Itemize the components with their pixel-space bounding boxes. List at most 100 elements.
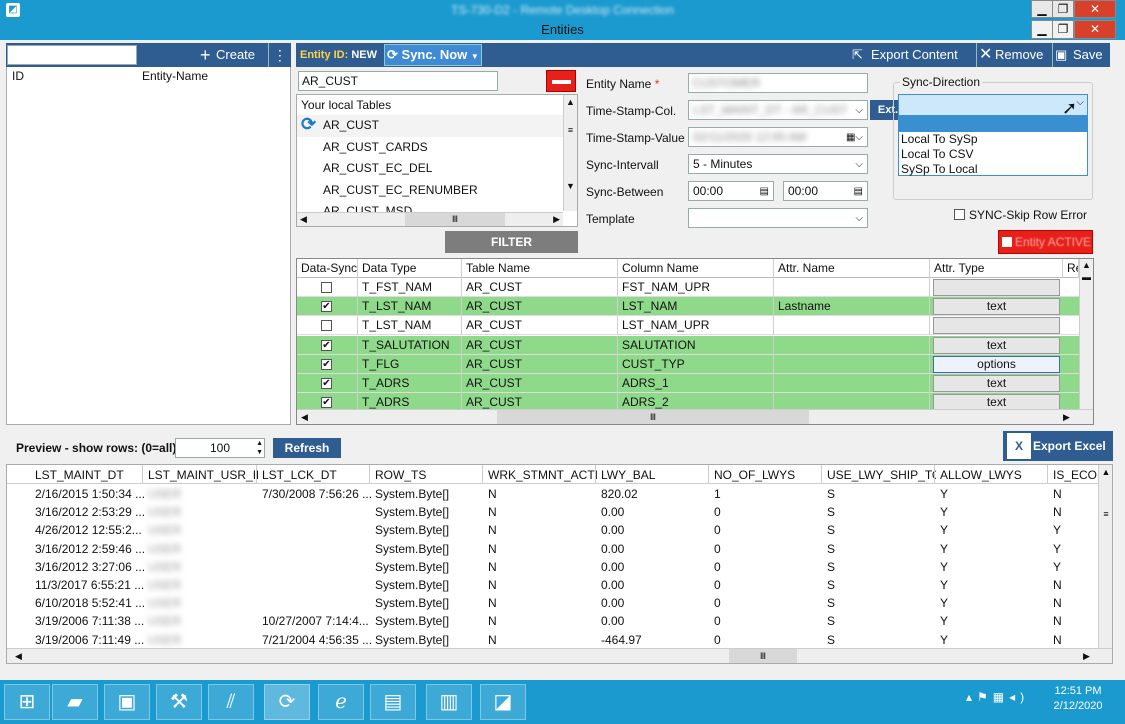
export-content-button[interactable]: Export Content — [871, 43, 958, 67]
preview-table[interactable]: LST_MAINT_DT LST_MAINT_USR_ID LST_LCK_DT RO… — [6, 464, 1113, 664]
preview-header[interactable]: ROW_TS — [375, 466, 484, 484]
remote-app-icon[interactable]: ▥ — [426, 684, 472, 720]
sync-direction-dropdown[interactable]: ⌵ — [898, 94, 1088, 116]
data-sync-checkbox[interactable]: ✔ — [321, 358, 332, 370]
attr-type-button[interactable] — [933, 317, 1060, 335]
restore-button[interactable]: ❐ — [1052, 20, 1074, 39]
grid-cell-table[interactable]: AR_CUST — [462, 297, 618, 317]
grid-cell-type[interactable]: T_SALUTATION — [358, 335, 462, 355]
refresh-button[interactable]: Refresh — [273, 438, 341, 458]
list-item[interactable]: AR_CUST_CARDS — [297, 137, 577, 159]
tables-horizontal-scrollbar[interactable]: ◀ Ⅲ ▶ — [297, 212, 563, 226]
remote-close-button[interactable]: ✕ — [1074, 0, 1116, 18]
sync-from-time[interactable]: 00:00 ▤ — [688, 181, 774, 201]
column-mapping-grid[interactable]: Data-Sync Data Type Table Name Column Na… — [296, 258, 1094, 425]
grid-cell-column[interactable]: CUST_TYP — [618, 354, 774, 374]
grid-cell-table[interactable]: AR_CUST — [462, 316, 618, 336]
preview-header[interactable]: LWY_BAL — [601, 466, 710, 484]
server-manager-icon[interactable]: ▤ — [370, 684, 416, 720]
list-item[interactable]: AR_CUST_EC_DEL — [297, 158, 577, 180]
skip-row-error-checkbox[interactable] — [954, 209, 965, 220]
timestamp-value-picker[interactable]: 02/11/2020 12:00 AM ▦⌵ — [688, 127, 868, 147]
grid-row[interactable]: T_FST_NAM AR_CUST FST_NAM_UPR — [297, 278, 1079, 297]
data-sync-checkbox[interactable]: ✔ — [321, 378, 332, 389]
entity-active-toggle[interactable]: Entity ACTIVE — [998, 230, 1093, 254]
store-icon[interactable]: ▣ — [104, 684, 150, 720]
grid-cell-attr[interactable] — [774, 354, 930, 374]
attr-type-button[interactable]: text — [933, 336, 1060, 354]
save-button[interactable]: Save — [1073, 43, 1103, 67]
grid-cell-attr[interactable]: Lastname — [774, 297, 930, 317]
export-excel-button[interactable]: X Export Excel — [1003, 431, 1113, 461]
grid-header[interactable]: Re — [1063, 259, 1079, 278]
start-icon[interactable]: ⊞ — [4, 684, 50, 720]
table-row[interactable]: 4/26/2012 12:55:2... USER System.Byte[] N 0.… — [7, 521, 1097, 540]
local-tables-list[interactable]: Your local Tables AR_CUST AR_CUST_CARDS … — [296, 94, 578, 227]
table-row[interactable]: 11/3/2017 6:55:21 ... USER System.Byte[] N 0… — [7, 576, 1097, 594]
create-button[interactable]: Create — [216, 43, 255, 67]
grid-cell-table[interactable]: AR_CUST — [462, 354, 618, 374]
notes-app-icon[interactable]: ◪ — [480, 684, 526, 720]
close-button[interactable]: ✕ — [1074, 20, 1116, 39]
table-name-input[interactable]: AR_CUST — [298, 71, 498, 91]
grid-cell-type[interactable]: T_ADRS — [358, 374, 462, 393]
preview-header[interactable]: NO_OF_LWYS — [714, 466, 823, 484]
minimize-button[interactable]: ▁ — [1031, 20, 1053, 39]
entity-list[interactable] — [6, 43, 291, 425]
grid-cell-attr[interactable] — [774, 316, 930, 336]
remote-minimize-button[interactable]: ▁ — [1031, 0, 1053, 18]
clock[interactable]: 12:51 PM 2/12/2020 — [1052, 684, 1104, 714]
grid-row[interactable]: ✔ T_FLG AR_CUST CUST_TYP options — [297, 354, 1079, 374]
grid-header[interactable]: Data Type — [358, 259, 462, 278]
remove-table-button[interactable] — [546, 70, 576, 92]
sync-direction-options[interactable]: Local To SySp Local To CSV SySp To Local — [898, 116, 1088, 176]
filter-button[interactable]: FILTER — [445, 231, 578, 253]
sync-now-button[interactable]: ⟳ Sync. Now ▼ — [384, 44, 482, 66]
grid-header[interactable]: Attr. Type — [930, 259, 1063, 278]
tray-icons[interactable]: ▴⚑▦◂) — [966, 690, 1029, 704]
grid-vertical-scrollbar[interactable]: ▲ ▬ — [1079, 259, 1093, 409]
sync-to-time[interactable]: 00:00 ▤ — [783, 181, 868, 201]
grid-cell-column[interactable]: SALUTATION — [618, 335, 774, 355]
grid-cell-attr[interactable] — [774, 278, 930, 297]
grid-header[interactable]: Column Name — [618, 259, 774, 278]
grid-header[interactable]: Data-Sync — [297, 259, 358, 278]
table-row[interactable]: 3/19/2006 7:11:38 ... USER 10/27/2007 7:14… — [7, 612, 1097, 631]
grid-cell-column[interactable]: LST_NAM — [618, 297, 774, 317]
grid-row[interactable]: ✔ T_LST_NAM AR_CUST LST_NAM Lastname text — [297, 297, 1079, 317]
column-entity-name-header[interactable]: Entity-Name — [142, 68, 208, 84]
refresh-table-icon[interactable]: ⟳ — [301, 114, 316, 134]
grid-header[interactable]: Attr. Name — [774, 259, 930, 278]
grid-horizontal-scrollbar[interactable]: ◀ Ⅲ ▶ — [297, 409, 1093, 424]
preview-vertical-scrollbar[interactable]: ▲ ≡ — [1098, 465, 1112, 648]
sync-app-icon[interactable]: ⟳ — [264, 684, 310, 720]
grid-cell-column[interactable]: LST_NAM_UPR — [618, 316, 774, 336]
remote-restore-button[interactable]: ❐ — [1052, 0, 1074, 18]
template-select[interactable]: ⌵ — [688, 208, 868, 228]
remove-button[interactable]: Remove — [995, 43, 1043, 67]
tables-vertical-scrollbar[interactable]: ▲ ≡ ▼ — [563, 95, 577, 211]
data-sync-checkbox[interactable]: ✔ — [321, 339, 332, 351]
preview-rows-input[interactable]: 100 ▲ ▼ — [175, 438, 265, 458]
attr-type-button[interactable] — [933, 279, 1060, 296]
preview-header[interactable]: IS_ECOM — [1053, 466, 1098, 484]
attr-type-button[interactable]: text — [933, 298, 1060, 316]
kebab-menu-icon[interactable]: ⋮ — [268, 43, 287, 67]
sync-interval-select[interactable]: 5 - Minutes ⌵ — [688, 154, 868, 174]
grid-cell-type[interactable]: T_FLG — [358, 354, 462, 374]
data-sync-checkbox[interactable]: ✔ — [321, 397, 332, 409]
preview-header[interactable]: ALLOW_LWYS — [940, 466, 1049, 484]
entity-search-input[interactable] — [7, 45, 137, 65]
preview-header[interactable]: USE_LWY_SHIP_TO — [827, 466, 936, 484]
grid-cell-type[interactable]: T_LST_NAM — [358, 297, 462, 317]
grid-row[interactable]: T_LST_NAM AR_CUST LST_NAM_UPR — [297, 316, 1079, 336]
option-blank[interactable] — [899, 117, 1087, 132]
grid-cell-attr[interactable] — [774, 335, 930, 355]
data-sync-checkbox[interactable]: ✔ — [321, 301, 332, 313]
preview-header[interactable]: WRK_STMNT_ACTIV — [488, 466, 597, 484]
attr-type-button[interactable]: options — [933, 355, 1060, 373]
table-row[interactable]: 3/16/2012 2:59:46 ... USER System.Byte[] N 0… — [7, 539, 1097, 558]
column-id-header[interactable]: ID — [12, 68, 24, 84]
data-sync-checkbox[interactable] — [321, 282, 332, 293]
preview-header[interactable]: LST_MAINT_USR_ID — [148, 466, 258, 484]
